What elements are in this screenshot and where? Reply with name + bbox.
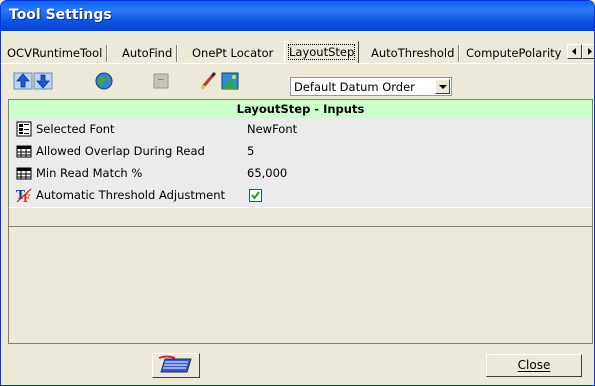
tab-label: ComputePolarity (466, 46, 562, 60)
arrow-left-icon (572, 48, 576, 55)
brush-button[interactable] (198, 71, 218, 91)
grid-header: LayoutStep - Inputs (9, 100, 592, 118)
close-button[interactable]: Close (486, 354, 582, 377)
property-row-selected-font[interactable]: Selected Font NewFont (9, 118, 592, 141)
toolbar: Default Datum Order (1, 65, 594, 97)
property-label: Min Read Match % (36, 166, 143, 180)
tab-strip: OCVRuntimeTool AutoFind OnePt Locator La… (1, 41, 594, 64)
tab-computepolarity[interactable]: ComputePolarity (462, 45, 565, 62)
inputs-grid: LayoutStep - Inputs Selected Font NewFon… (8, 99, 593, 344)
move-down-button[interactable] (33, 71, 53, 91)
tab-label: OnePt Locator (192, 46, 274, 60)
tab-autothreshold[interactable]: AutoThreshold (367, 45, 460, 62)
property-row-auto-threshold[interactable]: T F Automatic Threshold Adjustment (9, 184, 592, 208)
property-row-min-read-match[interactable]: Min Read Match % 65,000 (9, 162, 592, 185)
property-value[interactable]: 5 (247, 144, 254, 158)
datum-order-value: Default Datum Order (294, 80, 415, 94)
tab-label: AutoFind (122, 46, 173, 60)
tab-ocvruntimetool[interactable]: OCVRuntimeTool (3, 45, 108, 62)
grid-table-icon (16, 167, 32, 180)
keyboard-icon (158, 355, 192, 373)
tab-label: AutoThreshold (371, 46, 455, 60)
font-list-icon (16, 121, 32, 137)
globe-icon (95, 72, 113, 90)
property-value[interactable]: NewFont (247, 122, 297, 136)
image-icon (221, 72, 239, 90)
tab-onept-locator[interactable]: OnePt Locator (188, 45, 277, 62)
globe-button[interactable] (94, 71, 114, 91)
tab-label: OCVRuntimeTool (7, 46, 103, 60)
disabled-icon (153, 73, 169, 89)
tab-scroll-left-button[interactable] (567, 44, 582, 59)
keyboard-button[interactable] (152, 353, 200, 378)
move-up-button[interactable] (13, 71, 33, 91)
checkmark-icon (251, 191, 260, 200)
image-button[interactable] (220, 71, 240, 91)
property-value[interactable]: 65,000 (247, 166, 287, 180)
brush-icon (200, 71, 217, 89)
tab-label: LayoutStep (287, 44, 356, 60)
auto-threshold-checkbox[interactable] (249, 189, 262, 202)
tool-settings-window: Tool Settings OCVRuntimeTool AutoFind On… (0, 0, 595, 386)
tab-layoutstep[interactable]: LayoutStep (284, 41, 360, 63)
tab-autofind[interactable]: AutoFind (118, 45, 178, 62)
property-label: Allowed Overlap During Read (36, 144, 205, 158)
tab-scroll-right-button[interactable] (582, 44, 594, 59)
move-down-icon (33, 72, 53, 90)
property-label: Automatic Threshold Adjustment (36, 188, 225, 202)
title-bar[interactable]: Tool Settings (1, 1, 594, 31)
property-row-allowed-overlap[interactable]: Allowed Overlap During Read 5 (9, 140, 592, 163)
close-button-label: Close (517, 358, 551, 372)
window-title: Tool Settings (9, 7, 112, 23)
move-up-icon (13, 72, 33, 90)
arrow-right-icon (588, 48, 592, 55)
property-label: Selected Font (36, 122, 115, 136)
grid-table-icon (16, 145, 32, 158)
grid-divider (9, 226, 592, 227)
datum-order-select[interactable]: Default Datum Order (290, 77, 452, 96)
chevron-down-icon[interactable] (435, 79, 450, 94)
threshold-tf-icon: T F (16, 188, 32, 203)
disabled-tool-button[interactable] (151, 71, 171, 91)
